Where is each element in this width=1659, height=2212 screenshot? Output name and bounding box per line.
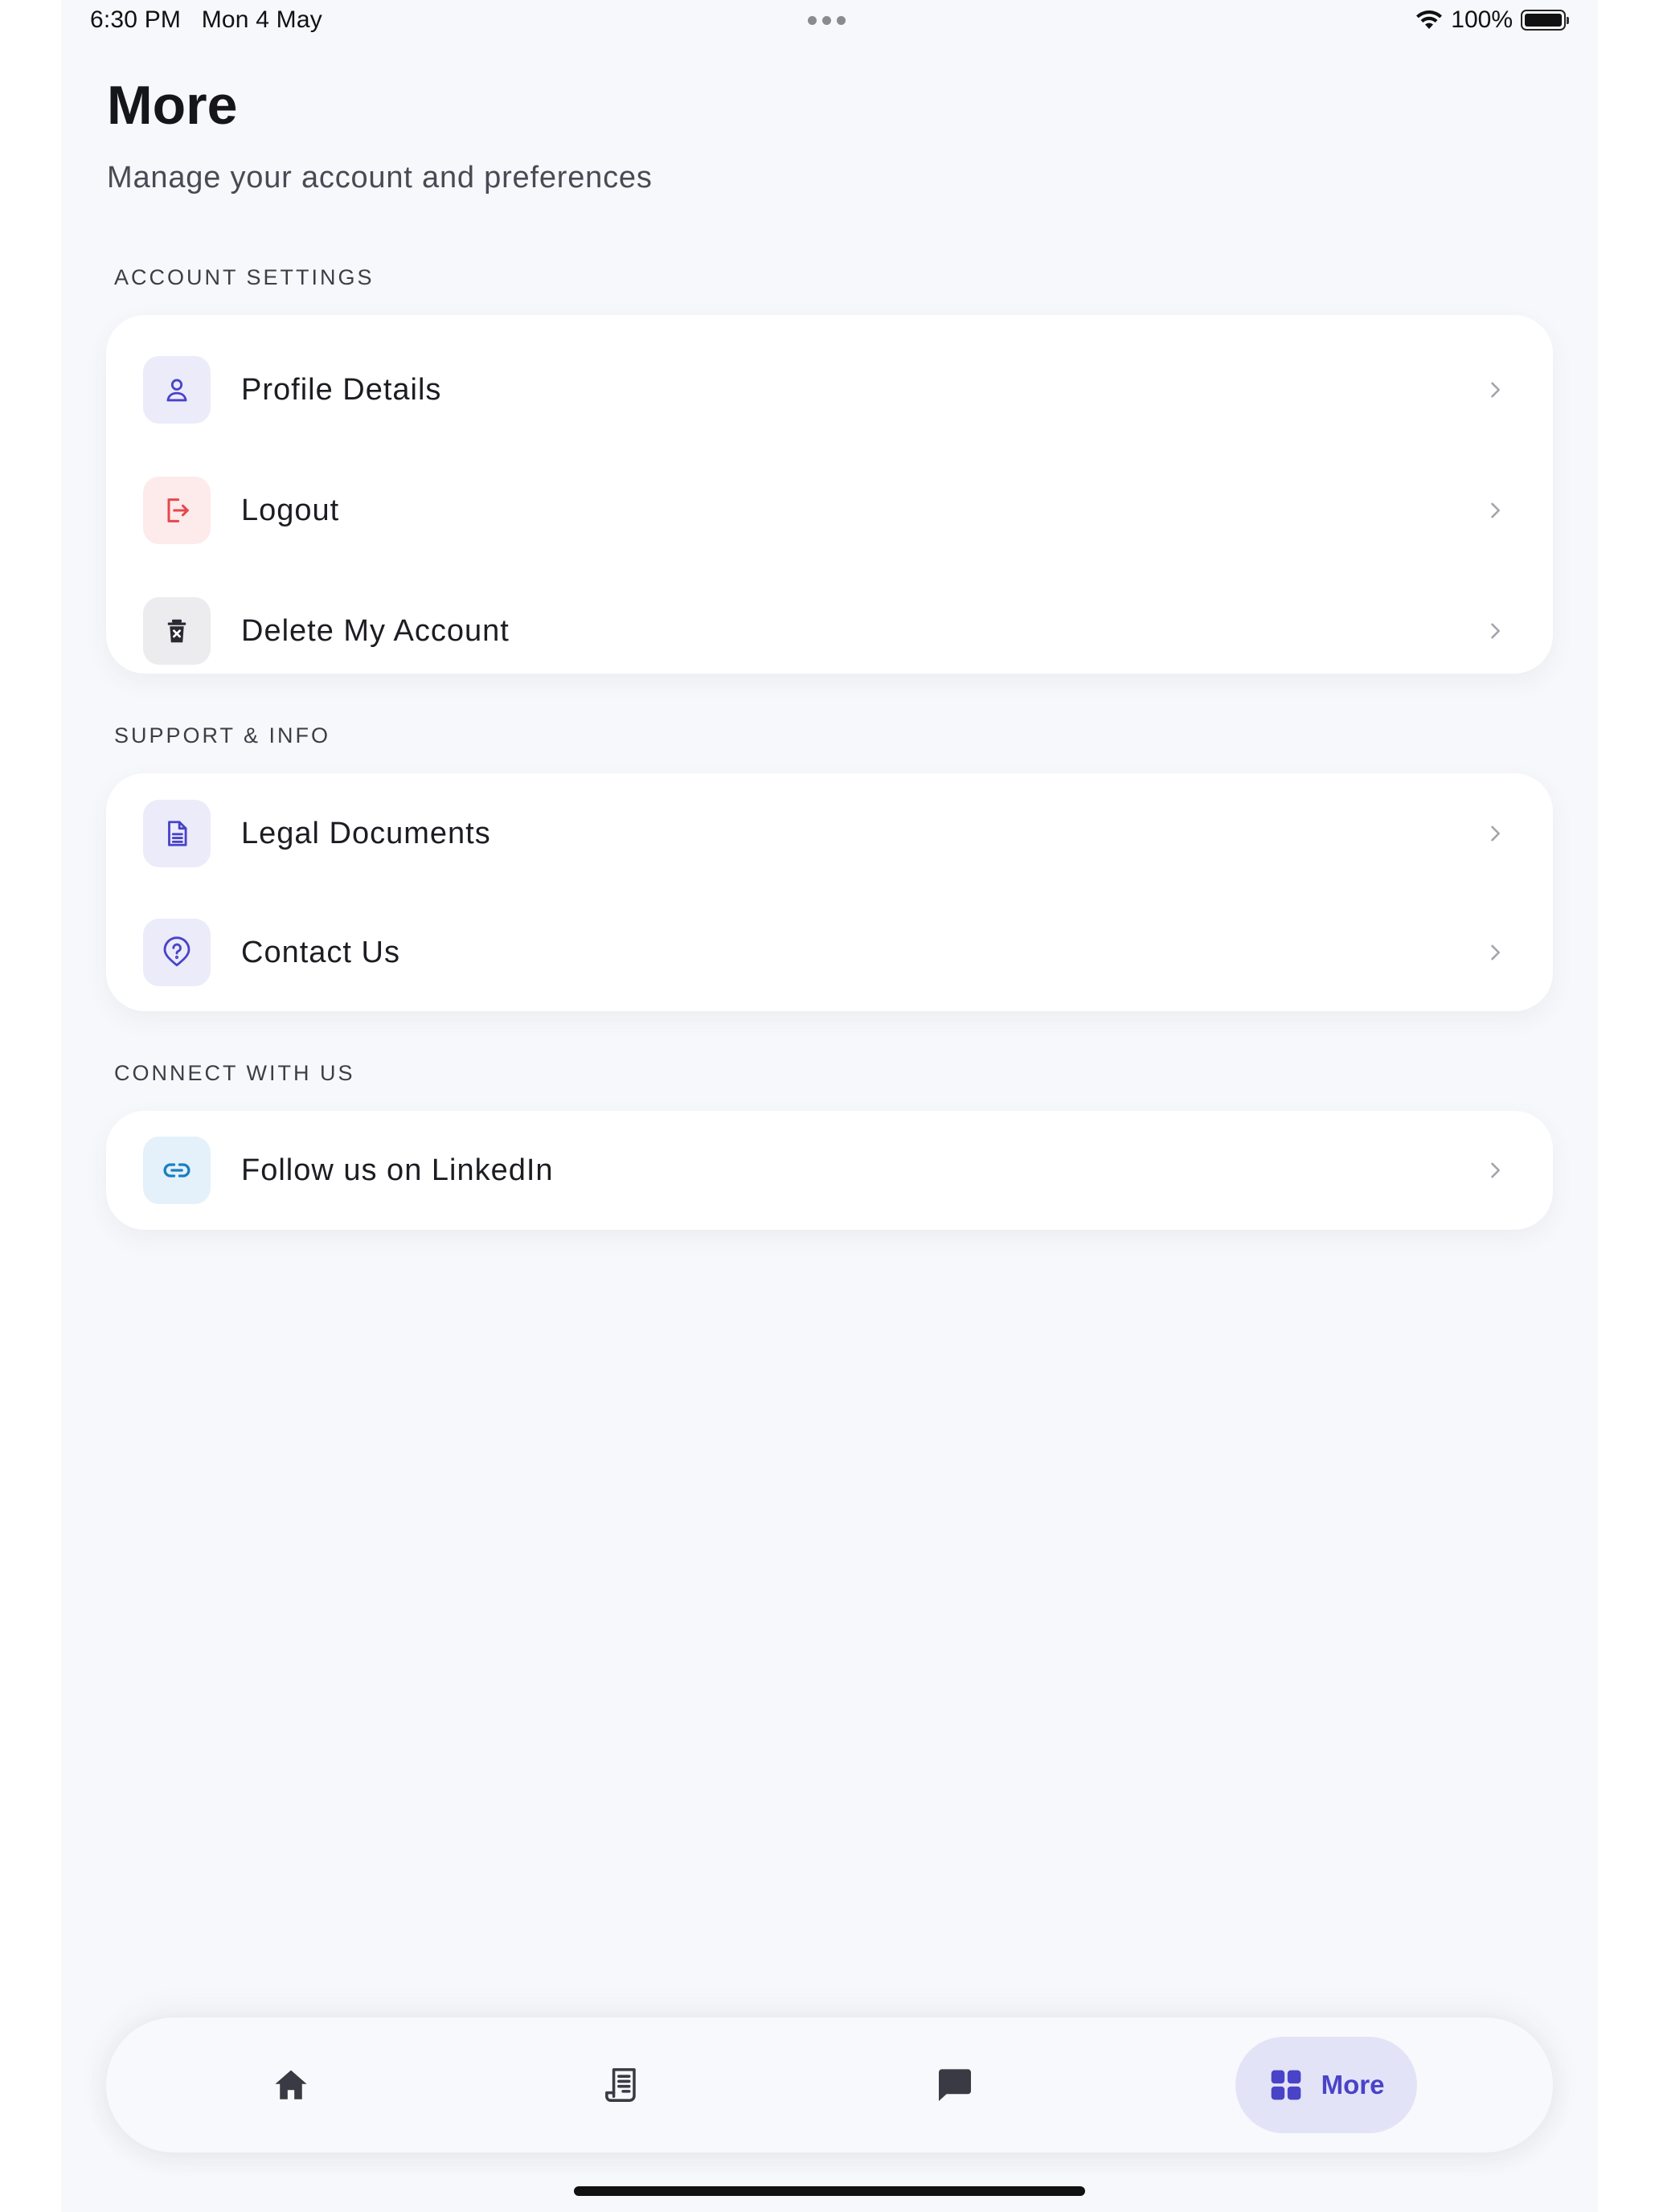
chat-icon xyxy=(939,2069,971,2101)
multitasking-dots-icon[interactable] xyxy=(808,16,846,25)
chevron-right-icon xyxy=(1491,1162,1500,1178)
chevron-right-icon xyxy=(1491,944,1500,961)
delete-account-label: Delete My Account xyxy=(241,613,510,648)
profile-details-row[interactable]: Profile Details xyxy=(106,330,1553,450)
tab-messages[interactable] xyxy=(907,2037,1003,2133)
chevron-right-icon xyxy=(1491,623,1500,639)
contact-us-label: Contact Us xyxy=(241,935,400,969)
tab-more[interactable]: More xyxy=(1235,2037,1417,2133)
status-clock: 6:30 PM xyxy=(90,6,182,33)
profile-details-label: Profile Details xyxy=(241,372,442,407)
status-indicators: 100% xyxy=(1415,6,1569,34)
help-icon xyxy=(143,919,211,986)
status-date: Mon 4 May xyxy=(201,6,322,33)
tab-more-label: More xyxy=(1321,2070,1385,2099)
contact-us-row[interactable]: Contact Us xyxy=(106,892,1553,1013)
logout-row[interactable]: Logout xyxy=(106,450,1553,571)
bottom-tab-bar: More xyxy=(106,2017,1553,2153)
tab-home[interactable] xyxy=(243,2037,339,2133)
page-title: More xyxy=(107,75,238,136)
wifi-icon xyxy=(1416,10,1443,29)
receipt-icon xyxy=(605,2068,636,2102)
chevron-right-icon xyxy=(1491,502,1500,518)
home-icon xyxy=(275,2070,307,2099)
trash-icon xyxy=(143,597,211,665)
page-subtitle: Manage your account and preferences xyxy=(107,161,653,195)
legal-documents-label: Legal Documents xyxy=(241,816,491,850)
account-settings-card: Profile Details Logout Delete My Account xyxy=(106,315,1553,674)
logout-icon xyxy=(143,477,211,544)
chevron-right-icon xyxy=(1491,382,1500,398)
status-time: 6:30 PM Mon 4 May xyxy=(90,6,322,34)
link-icon xyxy=(143,1137,211,1204)
section-label-support-info: SUPPORT & INFO xyxy=(114,723,331,748)
section-label-account-settings: ACCOUNT SETTINGS xyxy=(114,265,375,289)
chevron-right-icon xyxy=(1491,825,1500,842)
tab-receipts[interactable] xyxy=(574,2037,670,2133)
linkedin-label: Follow us on LinkedIn xyxy=(241,1153,554,1187)
battery-icon xyxy=(1521,10,1569,31)
battery-percentage: 100% xyxy=(1451,6,1513,33)
user-icon xyxy=(143,356,211,424)
section-label-connect-with-us: CONNECT WITH US xyxy=(114,1061,355,1085)
logout-label: Logout xyxy=(241,493,340,527)
connect-card: Follow us on LinkedIn xyxy=(106,1111,1553,1230)
document-icon xyxy=(143,800,211,867)
grid-icon xyxy=(1271,2070,1301,2100)
support-info-card: Legal Documents Contact Us xyxy=(106,773,1553,1011)
screen: 6:30 PM Mon 4 May 100% More Manage your … xyxy=(61,0,1598,2212)
home-indicator[interactable] xyxy=(574,2186,1085,2196)
linkedin-row[interactable]: Follow us on LinkedIn xyxy=(106,1111,1553,1230)
legal-documents-row[interactable]: Legal Documents xyxy=(106,773,1553,894)
delete-account-row[interactable]: Delete My Account xyxy=(106,571,1553,691)
